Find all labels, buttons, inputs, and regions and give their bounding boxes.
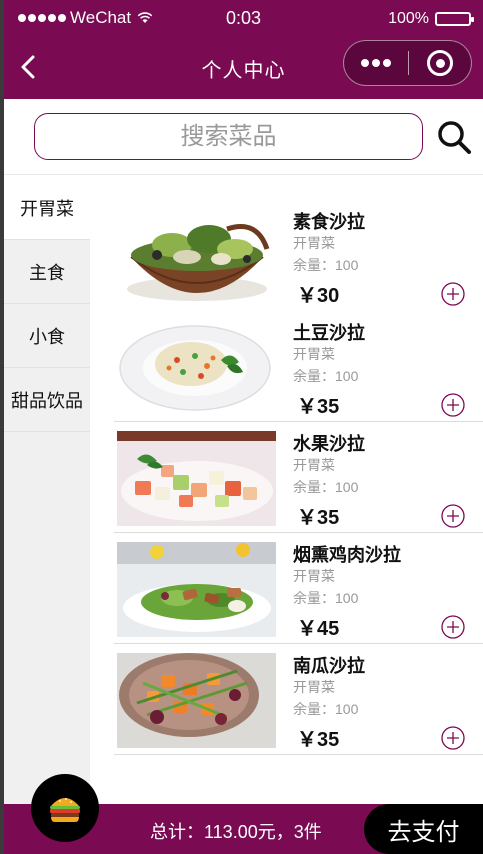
add-circle-icon[interactable] — [441, 726, 465, 750]
category-staple[interactable]: 主食 — [4, 240, 90, 304]
app-frame: WeChat 0:03 100% 个人中心 搜索菜品 开胃菜 主食 小食 甜品饮… — [4, 0, 483, 854]
dish-item: 素食沙拉 开胃菜 余量：100 ￥30 — [114, 200, 483, 311]
burger-icon — [50, 798, 80, 822]
dish-stock: 余量：100 — [293, 701, 359, 717]
dish-category: 开胃菜 — [293, 346, 335, 362]
cart-total: 总计：113.00元，3件 — [150, 822, 322, 842]
dish-name: 南瓜沙拉 — [293, 656, 365, 676]
dish-stock: 余量：100 — [293, 590, 359, 606]
dish-category: 开胃菜 — [293, 457, 335, 473]
dish-item: 水果沙拉 开胃菜 余量：100 ￥35 — [114, 422, 483, 533]
dish-category: 开胃菜 — [293, 679, 335, 695]
dish-item: 土豆沙拉 开胃菜 余量：100 ￥35 — [114, 311, 483, 422]
dish-name: 土豆沙拉 — [293, 323, 365, 343]
category-appetizer[interactable]: 开胃菜 — [4, 176, 90, 240]
cart-button[interactable] — [31, 774, 99, 842]
search-icon[interactable] — [436, 119, 472, 155]
pay-button[interactable]: 去支付 — [364, 804, 483, 854]
dish-price: ￥30 — [297, 285, 340, 307]
header: WeChat 0:03 100% 个人中心 — [4, 0, 483, 99]
add-circle-icon[interactable] — [441, 393, 465, 417]
dish-stock: 余量：100 — [293, 257, 359, 273]
status-bar: WeChat 0:03 100% — [4, 8, 483, 32]
category-snack[interactable]: 小食 — [4, 304, 90, 368]
dish-stock: 余量：100 — [293, 479, 359, 495]
add-circle-icon[interactable] — [441, 282, 465, 306]
close-mini-program-button[interactable] — [409, 41, 471, 85]
dish-name: 水果沙拉 — [293, 434, 365, 454]
dish-name: 素食沙拉 — [293, 212, 365, 232]
category-dessert-drink[interactable]: 甜品饮品 — [4, 368, 90, 432]
navigation-bar: 个人中心 — [4, 40, 483, 94]
mini-program-capsule — [343, 40, 472, 86]
dish-price: ￥35 — [297, 507, 340, 529]
dish-category: 开胃菜 — [293, 568, 335, 584]
target-icon — [427, 50, 453, 76]
battery-percent: 100% — [388, 10, 429, 27]
dish-price: ￥35 — [297, 729, 340, 751]
dish-image-potato-salad[interactable] — [117, 320, 276, 415]
dish-list: 素食沙拉 开胃菜 余量：100 ￥30 土豆沙拉 开胃菜 余量：100 ￥35 … — [114, 200, 483, 755]
dish-price: ￥35 — [297, 396, 340, 418]
more-menu-button[interactable] — [344, 41, 408, 85]
dish-name: 烟熏鸡肉沙拉 — [293, 545, 401, 565]
search-input[interactable] — [34, 113, 423, 160]
dish-item: 南瓜沙拉 开胃菜 余量：100 ￥35 — [114, 644, 483, 755]
dish-image-fruit-salad[interactable] — [117, 431, 276, 526]
dish-category: 开胃菜 — [293, 235, 335, 251]
add-circle-icon[interactable] — [441, 615, 465, 639]
search-bar — [4, 99, 483, 175]
dish-image-smoked-chicken-salad[interactable] — [117, 542, 276, 637]
battery-icon — [435, 12, 474, 26]
category-sidebar: 开胃菜 主食 小食 甜品饮品 — [4, 176, 90, 804]
battery-status: 100% — [388, 10, 474, 28]
dish-image-pumpkin-salad[interactable] — [117, 653, 276, 748]
dish-price: ￥45 — [297, 618, 340, 640]
dish-item: 烟熏鸡肉沙拉 开胃菜 余量：100 ￥45 — [114, 533, 483, 644]
dish-image-veggie-salad[interactable] — [117, 209, 276, 304]
dish-stock: 余量：100 — [293, 368, 359, 384]
add-circle-icon[interactable] — [441, 504, 465, 528]
